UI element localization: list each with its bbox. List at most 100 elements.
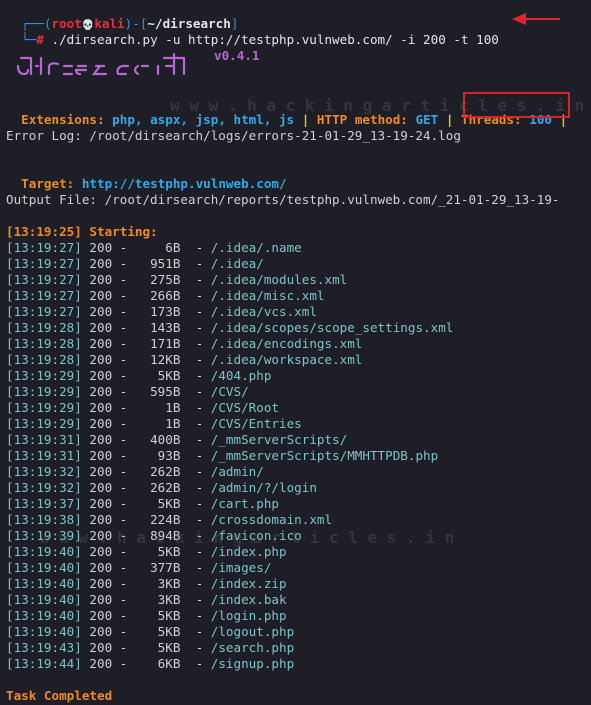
result-status: 200 - <box>81 592 135 607</box>
result-timestamp: [13:19:43] <box>6 640 82 655</box>
result-size: 951B <box>134 256 181 271</box>
result-status: 200 - <box>81 288 135 303</box>
result-row: [13:19:40] 200 - 5KB - /login.php <box>6 608 287 624</box>
result-timestamp: [13:19:37] <box>6 496 82 511</box>
watermark: w w w . h a c k i n g a r t i c l e s . … <box>40 528 455 547</box>
result-path: /admin/ <box>210 464 264 479</box>
starting-line: [13:19:25] Starting: <box>6 224 158 239</box>
result-row: [13:19:44] 200 - 6KB - /signup.php <box>6 656 294 672</box>
result-row: [13:19:27] 200 - 266B - /.idea/misc.xml <box>6 288 324 304</box>
watermark: w w w . h a c k i n g a r t i c l e s . … <box>170 96 585 115</box>
target-line: Target: http://testphp.vulnweb.com/ <box>6 160 286 191</box>
result-status: 200 - <box>81 240 135 255</box>
result-path: /login.php <box>210 608 287 623</box>
result-row: [13:19:32] 200 - 262B - /admin/ <box>6 464 264 480</box>
result-timestamp: [13:19:31] <box>6 448 82 463</box>
result-path: /search.php <box>210 640 295 655</box>
result-path: /index.zip <box>210 576 287 591</box>
result-row: [13:19:27] 200 - 6B - /.idea/.name <box>6 240 302 256</box>
result-timestamp: [13:19:29] <box>6 416 82 431</box>
version-label: v0.4.1 <box>214 48 260 63</box>
result-status: 200 - <box>81 512 135 527</box>
result-timestamp: [13:19:44] <box>6 656 82 671</box>
result-timestamp: [13:19:40] <box>6 560 82 575</box>
result-path: /CVS/ <box>210 384 249 399</box>
result-separator: - <box>180 496 211 511</box>
result-size: 3KB <box>134 592 181 607</box>
result-timestamp: [13:19:31] <box>6 432 82 447</box>
result-separator: - <box>180 368 211 383</box>
result-row: [13:19:28] 200 - 143B - /.idea/scopes/sc… <box>6 320 453 336</box>
output-file-line: Output File: /root/dirsearch/reports/tes… <box>6 192 560 207</box>
result-separator: - <box>180 512 211 527</box>
result-status: 200 - <box>81 304 135 319</box>
result-path: /crossdomain.xml <box>210 512 333 527</box>
result-size: 12KB <box>134 352 181 367</box>
result-timestamp: [13:19:29] <box>6 368 82 383</box>
result-row: [13:19:40] 200 - 3KB - /index.zip <box>6 576 287 592</box>
result-path: /404.php <box>210 368 272 383</box>
result-status: 200 - <box>81 608 135 623</box>
result-timestamp: [13:19:27] <box>6 272 82 287</box>
result-row: [13:19:28] 200 - 12KB - /.idea/workspace… <box>6 352 362 368</box>
result-timestamp: [13:19:27] <box>6 304 82 319</box>
extensions-label: Extensions: <box>21 112 113 127</box>
result-status: 200 - <box>81 368 135 383</box>
result-status: 200 - <box>81 480 135 495</box>
result-timestamp: [13:19:32] <box>6 480 82 495</box>
result-size: 5KB <box>134 608 181 623</box>
result-row: [13:19:43] 200 - 5KB - /search.php <box>6 640 294 656</box>
result-row: [13:19:29] 200 - 595B - /CVS/ <box>6 384 249 400</box>
result-path: /.idea/misc.xml <box>210 288 325 303</box>
result-separator: - <box>180 304 211 319</box>
result-separator: - <box>180 288 211 303</box>
result-timestamp: [13:19:40] <box>6 592 82 607</box>
result-timestamp: [13:19:27] <box>6 288 82 303</box>
result-size: 266B <box>134 288 181 303</box>
result-path: /cart.php <box>210 496 279 511</box>
result-timestamp: [13:19:29] <box>6 400 82 415</box>
result-status: 200 - <box>81 352 135 367</box>
result-timestamp: [13:19:32] <box>6 464 82 479</box>
result-timestamp: [13:19:27] <box>6 240 82 255</box>
result-separator: - <box>180 464 211 479</box>
result-status: 200 - <box>81 432 135 447</box>
task-completed-line: Task Completed <box>6 688 113 703</box>
result-size: 6KB <box>134 656 181 671</box>
result-status: 200 - <box>81 416 135 431</box>
prompt-line: ┌──(root💀kali)-[~/dirsearch] <box>6 0 238 31</box>
result-row: [13:19:28] 200 - 171B - /.idea/encodings… <box>6 336 362 352</box>
result-separator: - <box>180 272 211 287</box>
result-row: [13:19:31] 200 - 400B - /_mmServerScript… <box>6 432 347 448</box>
result-separator: - <box>180 608 211 623</box>
result-size: 5KB <box>134 640 181 655</box>
result-path: /.idea/workspace.xml <box>210 352 363 367</box>
result-status: 200 - <box>81 560 135 575</box>
result-size: 173B <box>134 304 181 319</box>
result-status: 200 - <box>81 256 135 271</box>
result-path: /.idea/.name <box>210 240 302 255</box>
result-path: /signup.php <box>210 656 295 671</box>
result-row: [13:19:40] 200 - 5KB - /logout.php <box>6 624 294 640</box>
result-status: 200 - <box>81 656 135 671</box>
result-separator: - <box>180 336 211 351</box>
result-row: [13:19:29] 200 - 1B - /CVS/Entries <box>6 416 302 432</box>
result-row: [13:19:29] 200 - 5KB - /404.php <box>6 368 271 384</box>
result-status: 200 - <box>81 496 135 511</box>
result-separator: - <box>180 560 211 575</box>
result-path: /.idea/ <box>210 256 264 271</box>
result-separator: - <box>180 576 211 591</box>
result-size: 1B <box>134 416 181 431</box>
result-timestamp: [13:19:38] <box>6 512 82 527</box>
result-size: 224B <box>134 512 181 527</box>
result-status: 200 - <box>81 576 135 591</box>
result-separator: - <box>180 432 211 447</box>
result-timestamp: [13:19:27] <box>6 256 82 271</box>
result-path: /_mmServerScripts/ <box>210 432 348 447</box>
result-size: 400B <box>134 432 181 447</box>
result-timestamp: [13:19:40] <box>6 624 82 639</box>
result-status: 200 - <box>81 464 135 479</box>
dirsearch-logo <box>16 52 186 76</box>
result-path: /logout.php <box>210 624 295 639</box>
result-row: [13:19:29] 200 - 1B - /CVS/Root <box>6 400 279 416</box>
